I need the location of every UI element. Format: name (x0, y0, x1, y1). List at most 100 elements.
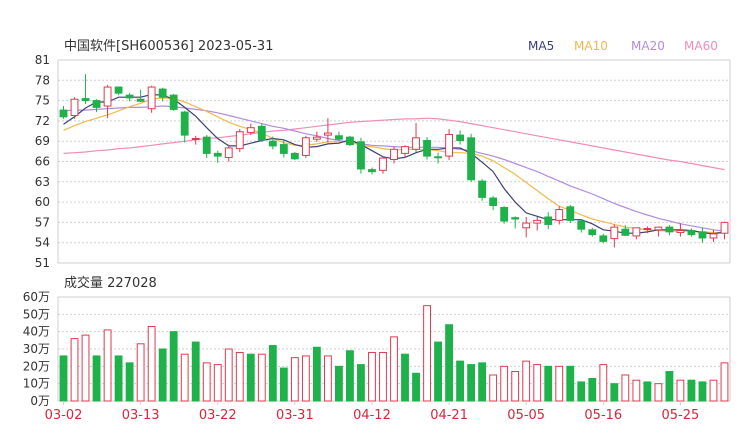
candle-body (92, 100, 101, 108)
candle-body (301, 137, 310, 156)
candle-body (401, 146, 409, 154)
candle (235, 129, 244, 153)
candle-body (323, 132, 332, 136)
candle-body (544, 216, 553, 225)
volume-bar (434, 341, 442, 402)
volume-bar (158, 348, 167, 402)
candle-body (467, 137, 476, 181)
volume-bar (445, 324, 453, 402)
candle (445, 129, 453, 161)
candle (544, 212, 553, 230)
price-tick-label: 72 (35, 114, 50, 128)
candle (158, 87, 167, 102)
candle-body (555, 209, 564, 221)
candle-body (279, 144, 288, 154)
volume-bar (632, 379, 641, 402)
price-tick-label: 54 (35, 236, 50, 250)
candle-body (632, 227, 641, 237)
price-tick-label: 78 (35, 73, 50, 87)
moving-average-lines (63, 93, 725, 235)
candle (290, 152, 299, 161)
candle-body (390, 148, 398, 160)
volume-bar (687, 379, 696, 402)
candle-body (456, 134, 465, 142)
candle-body (379, 157, 387, 171)
candle (555, 206, 564, 225)
candle (599, 233, 608, 244)
candle (610, 224, 619, 248)
candle (202, 135, 211, 159)
candle (588, 227, 597, 237)
date-tick-label: 05-05 (507, 408, 545, 423)
candle (511, 216, 520, 229)
candle-body (500, 207, 509, 222)
volume-bar (555, 365, 564, 402)
candle-body (588, 229, 597, 236)
volume-bar (533, 364, 542, 402)
candle (335, 131, 343, 141)
volume-bar (401, 353, 409, 402)
candle (70, 97, 79, 119)
candle-body (687, 230, 696, 236)
candle (654, 226, 663, 237)
candle-body (147, 86, 156, 110)
candle-body (114, 86, 123, 94)
volume-bar (279, 367, 288, 402)
volume-bar (599, 364, 608, 402)
candle-body (599, 235, 608, 242)
candle (357, 137, 365, 174)
candle-body (312, 136, 321, 140)
candle (125, 93, 134, 102)
volume-bar (467, 364, 476, 402)
candle-body (423, 140, 431, 157)
candle-body (621, 228, 630, 236)
candle (81, 74, 90, 104)
candle (346, 135, 354, 146)
volume-bar (720, 362, 729, 402)
volume-tick-label: 20万 (23, 359, 50, 373)
price-tick-label: 63 (35, 175, 50, 189)
candle-body (566, 206, 575, 221)
date-axis: 03-02 03-13 03-22 03-31 04-12 04-21 05-05 05-16… (45, 401, 699, 423)
candle-body (125, 94, 134, 99)
volume-bar (357, 364, 365, 402)
volume-bar (489, 374, 498, 402)
volume-bar (346, 350, 354, 402)
volume-bar (566, 365, 575, 402)
volume-tick-label: 10万 (23, 377, 50, 391)
volume-tick-label: 40万 (23, 325, 50, 339)
volume-bar (257, 353, 266, 402)
candle (136, 89, 145, 102)
volume-bar (147, 325, 156, 402)
volume-bar (180, 353, 189, 402)
volume-bar (544, 365, 553, 402)
candle (500, 206, 509, 224)
candle-body (81, 98, 90, 102)
candle-body (676, 230, 685, 234)
volume-bar (114, 355, 123, 402)
candle-body (610, 226, 619, 240)
candle (180, 110, 189, 143)
candle-body (357, 141, 365, 170)
chart-canvas: 中国软件[SH600536] 2023-05-31 MA5 MA10 MA20 MA6… (23, 39, 731, 423)
candle (533, 216, 542, 231)
volume-tick-label: 60万 (23, 290, 50, 304)
volume-bar (290, 357, 299, 402)
candle (114, 86, 123, 96)
volume-bar (643, 381, 652, 402)
volume-bar (423, 305, 431, 402)
volume-bar (246, 353, 255, 402)
volume-bar (610, 383, 619, 402)
candle-body (224, 147, 233, 158)
volume-bar (709, 379, 718, 402)
candle-body (698, 231, 707, 239)
candle (368, 167, 376, 175)
candle-body (268, 140, 277, 147)
volume-bar (202, 362, 211, 402)
price-tick-label: 60 (35, 195, 50, 209)
legend-item-ma20: MA20 (631, 39, 665, 53)
candle (478, 179, 487, 201)
price-tick-label: 81 (35, 53, 50, 67)
candle-body (643, 227, 652, 230)
volume-bar (665, 371, 674, 402)
